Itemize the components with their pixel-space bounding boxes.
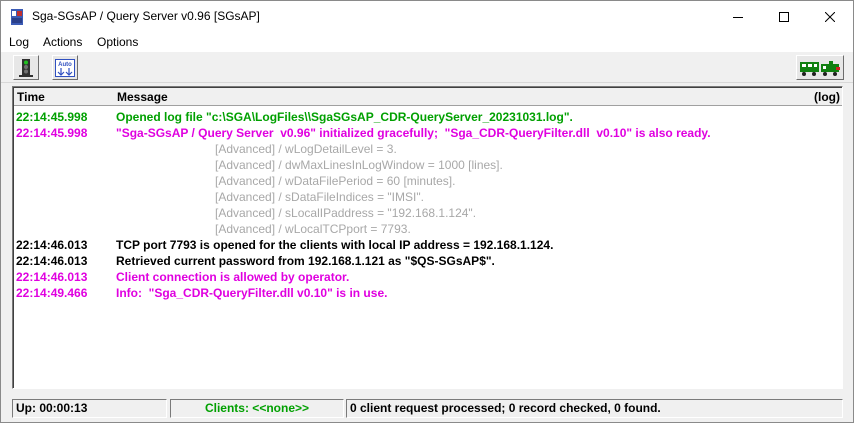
log-time: 22:14:46.013: [16, 270, 88, 284]
column-header-time[interactable]: Time: [17, 90, 45, 104]
log-line: [Advanced] / wDataFilePeriod = 60 [minut…: [15, 173, 841, 189]
status-bar: Up: 00:00:13 Clients: <<none>> 0 client …: [1, 397, 853, 423]
log-time: 22:14:45.998: [16, 126, 88, 140]
log-line: 22:14:46.013 TCP port 7793 is opened for …: [15, 237, 841, 253]
log-message: [Advanced] / wDataFilePeriod = 60 [minut…: [215, 174, 456, 188]
status-indicator-button[interactable]: [796, 55, 844, 80]
window-title: Sga-SGsAP / Query Server v0.96 [SGsAP]: [32, 9, 260, 23]
close-button[interactable]: [807, 1, 853, 32]
menu-bar: Log Actions Options: [1, 32, 853, 52]
log-line: 22:14:45.998 Opened log file "c:\SGA\LogF…: [15, 109, 841, 125]
minimize-button[interactable]: [715, 1, 761, 32]
log-message: TCP port 7793 is opened for the clients …: [116, 238, 554, 252]
log-time: 22:14:45.998: [16, 110, 88, 124]
app-icon[interactable]: [10, 9, 24, 25]
log-message: Opened log file "c:\SGA\LogFiles\\SgaSGs…: [116, 110, 573, 124]
status-uptime: Up: 00:00:13: [12, 399, 167, 418]
log-time: 22:14:49.466: [16, 286, 88, 300]
log-line: [Advanced] / wLogDetailLevel = 3.: [15, 141, 841, 157]
log-message: [Advanced] / sLocalIPaddress = "192.168.…: [215, 206, 477, 220]
toolbar: Auto: [1, 52, 853, 83]
log-line: 22:14:46.013 Retrieved current password f…: [15, 253, 841, 269]
log-lines: 22:14:45.998 Opened log file "c:\SGA\LogF…: [15, 109, 841, 301]
log-message: Client connection is allowed by operator…: [116, 270, 350, 284]
log-time: 22:14:46.013: [16, 238, 88, 252]
log-window[interactable]: Time Message (log) 22:14:45.998 Opened lo…: [12, 86, 843, 389]
log-message: Retrieved current password from 192.168.…: [116, 254, 495, 268]
menu-actions[interactable]: Actions: [43, 35, 82, 49]
log-label: (log): [814, 90, 840, 104]
log-line: [Advanced] / dwMaxLinesInLogWindow = 100…: [15, 157, 841, 173]
auto-label: Auto: [58, 62, 72, 68]
menu-log[interactable]: Log: [9, 35, 29, 49]
log-message: [Advanced] / wLogDetailLevel = 3.: [215, 142, 397, 156]
log-line: [Advanced] / sLocalIPaddress = "192.168.…: [15, 205, 841, 221]
title-bar[interactable]: Sga-SGsAP / Query Server v0.96 [SGsAP]: [1, 1, 853, 32]
maximize-button[interactable]: [761, 1, 807, 32]
auto-button[interactable]: Auto: [52, 55, 78, 80]
train-icon: [800, 60, 840, 76]
log-line: 22:14:45.998 "Sga-SGsAP / Query Server v0…: [15, 125, 841, 141]
log-line: [Advanced] / sDataFileIndices = "IMSI".: [15, 189, 841, 205]
log-line: 22:14:49.466 Info: "Sga_CDR-QueryFilter.d…: [15, 285, 841, 301]
log-message: "Sga-SGsAP / Query Server v0.96" initial…: [116, 126, 711, 140]
log-time: 22:14:46.013: [16, 254, 88, 268]
status-clients: Clients: <<none>>: [170, 399, 344, 418]
log-message: [Advanced] / sDataFileIndices = "IMSI".: [215, 190, 424, 204]
menu-options[interactable]: Options: [97, 35, 138, 49]
connect-button[interactable]: [13, 55, 39, 80]
app-window: Sga-SGsAP / Query Server v0.96 [SGsAP] L…: [0, 0, 854, 423]
log-message: [Advanced] / wLocalTCPport = 7793.: [215, 222, 411, 236]
log-message: Info: "Sga_CDR-QueryFilter.dll v0.10" is…: [116, 286, 388, 300]
column-header-message[interactable]: Message: [117, 90, 168, 104]
status-requests: 0 client request processed; 0 record che…: [346, 399, 843, 418]
log-line: [Advanced] / wLocalTCPport = 7793.: [15, 221, 841, 237]
log-message: [Advanced] / dwMaxLinesInLogWindow = 100…: [215, 158, 503, 172]
log-line: 22:14:46.013 Client connection is allowed…: [15, 269, 841, 285]
traffic-light-icon: [19, 58, 33, 77]
log-header: Time Message (log): [14, 88, 842, 106]
